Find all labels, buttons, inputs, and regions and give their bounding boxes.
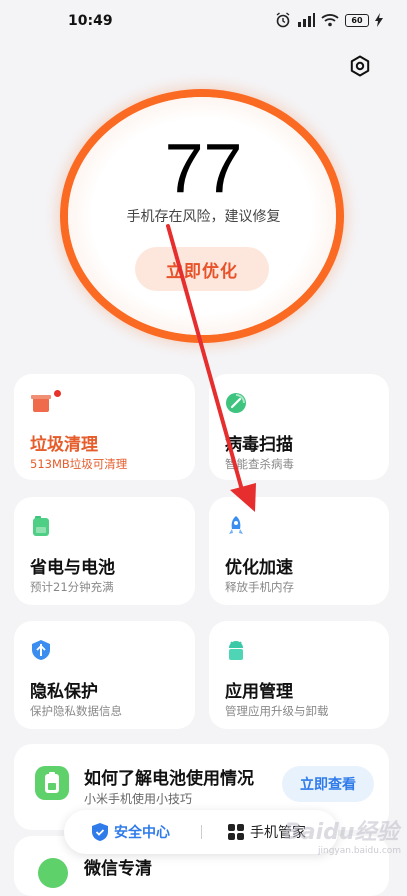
banner-title: 如何了解电池使用情况	[84, 769, 254, 789]
battery-icon	[33, 516, 49, 536]
card-subtitle: 管理应用升级与卸载	[225, 704, 329, 718]
status-time: 10:49	[68, 13, 113, 29]
card-virus-scan[interactable]: 病毒扫描 智能查杀病毒	[209, 374, 389, 480]
battery-level: 60	[345, 13, 369, 27]
wifi-icon	[321, 14, 339, 27]
card-subtitle: 预计21分钟充满	[30, 580, 114, 594]
wechat-cleanup-title: 微信专清	[84, 859, 152, 879]
nav-security-center[interactable]: 安全中心	[92, 822, 170, 842]
baidu-watermark-url: jingyan.baidu.com	[318, 846, 402, 856]
battery-tip-icon	[35, 766, 69, 800]
risk-message: 手机存在风险，建议修复	[126, 209, 281, 225]
card-title: 病毒扫描	[225, 435, 293, 455]
optimize-now-button[interactable]: 立即优化	[135, 247, 269, 291]
security-score: 77	[164, 129, 243, 207]
nav-security-label: 安全中心	[114, 825, 170, 841]
card-speed-up[interactable]: 优化加速 释放手机内存	[209, 497, 389, 605]
card-title: 优化加速	[225, 558, 293, 578]
gear-icon	[350, 55, 370, 77]
settings-button[interactable]	[344, 50, 376, 82]
banner-subtitle: 小米手机使用小技巧	[84, 792, 193, 806]
rocket-icon	[229, 516, 243, 534]
shield-icon	[32, 640, 50, 660]
baidu-watermark: Baidu经验	[284, 820, 399, 845]
card-subtitle: 保护隐私数据信息	[30, 704, 122, 718]
android-icon	[229, 641, 243, 660]
signal-icon	[298, 13, 315, 27]
battery-indicator: 60	[345, 13, 369, 27]
virus-scan-icon	[226, 393, 246, 413]
card-privacy[interactable]: 隐私保护 保护隐私数据信息	[14, 621, 195, 729]
card-trash-cleanup[interactable]: 垃圾清理 513MB垃圾可清理	[14, 374, 195, 480]
card-battery[interactable]: 省电与电池 预计21分钟充满	[14, 497, 195, 605]
nav-divider	[201, 825, 202, 839]
alarm-icon	[276, 12, 290, 28]
status-icons: 60	[275, 12, 383, 28]
card-title: 省电与电池	[30, 558, 115, 578]
shield-check-icon	[92, 823, 108, 841]
wechat-icon	[38, 858, 68, 888]
notification-dot	[54, 390, 61, 397]
card-title: 垃圾清理	[30, 435, 98, 455]
card-subtitle: 释放手机内存	[225, 580, 294, 594]
card-subtitle: 智能查杀病毒	[225, 457, 294, 471]
card-title: 隐私保护	[30, 682, 98, 702]
trash-icon	[31, 395, 51, 412]
grid-icon	[228, 824, 244, 840]
charging-bolt-icon	[375, 13, 383, 27]
card-subtitle: 513MB垃圾可清理	[30, 457, 128, 471]
view-now-button[interactable]: 立即查看	[282, 766, 374, 802]
status-bar: 10:49 60	[0, 0, 407, 44]
card-app-manager[interactable]: 应用管理 管理应用升级与卸载	[209, 621, 389, 729]
card-title: 应用管理	[225, 682, 293, 702]
